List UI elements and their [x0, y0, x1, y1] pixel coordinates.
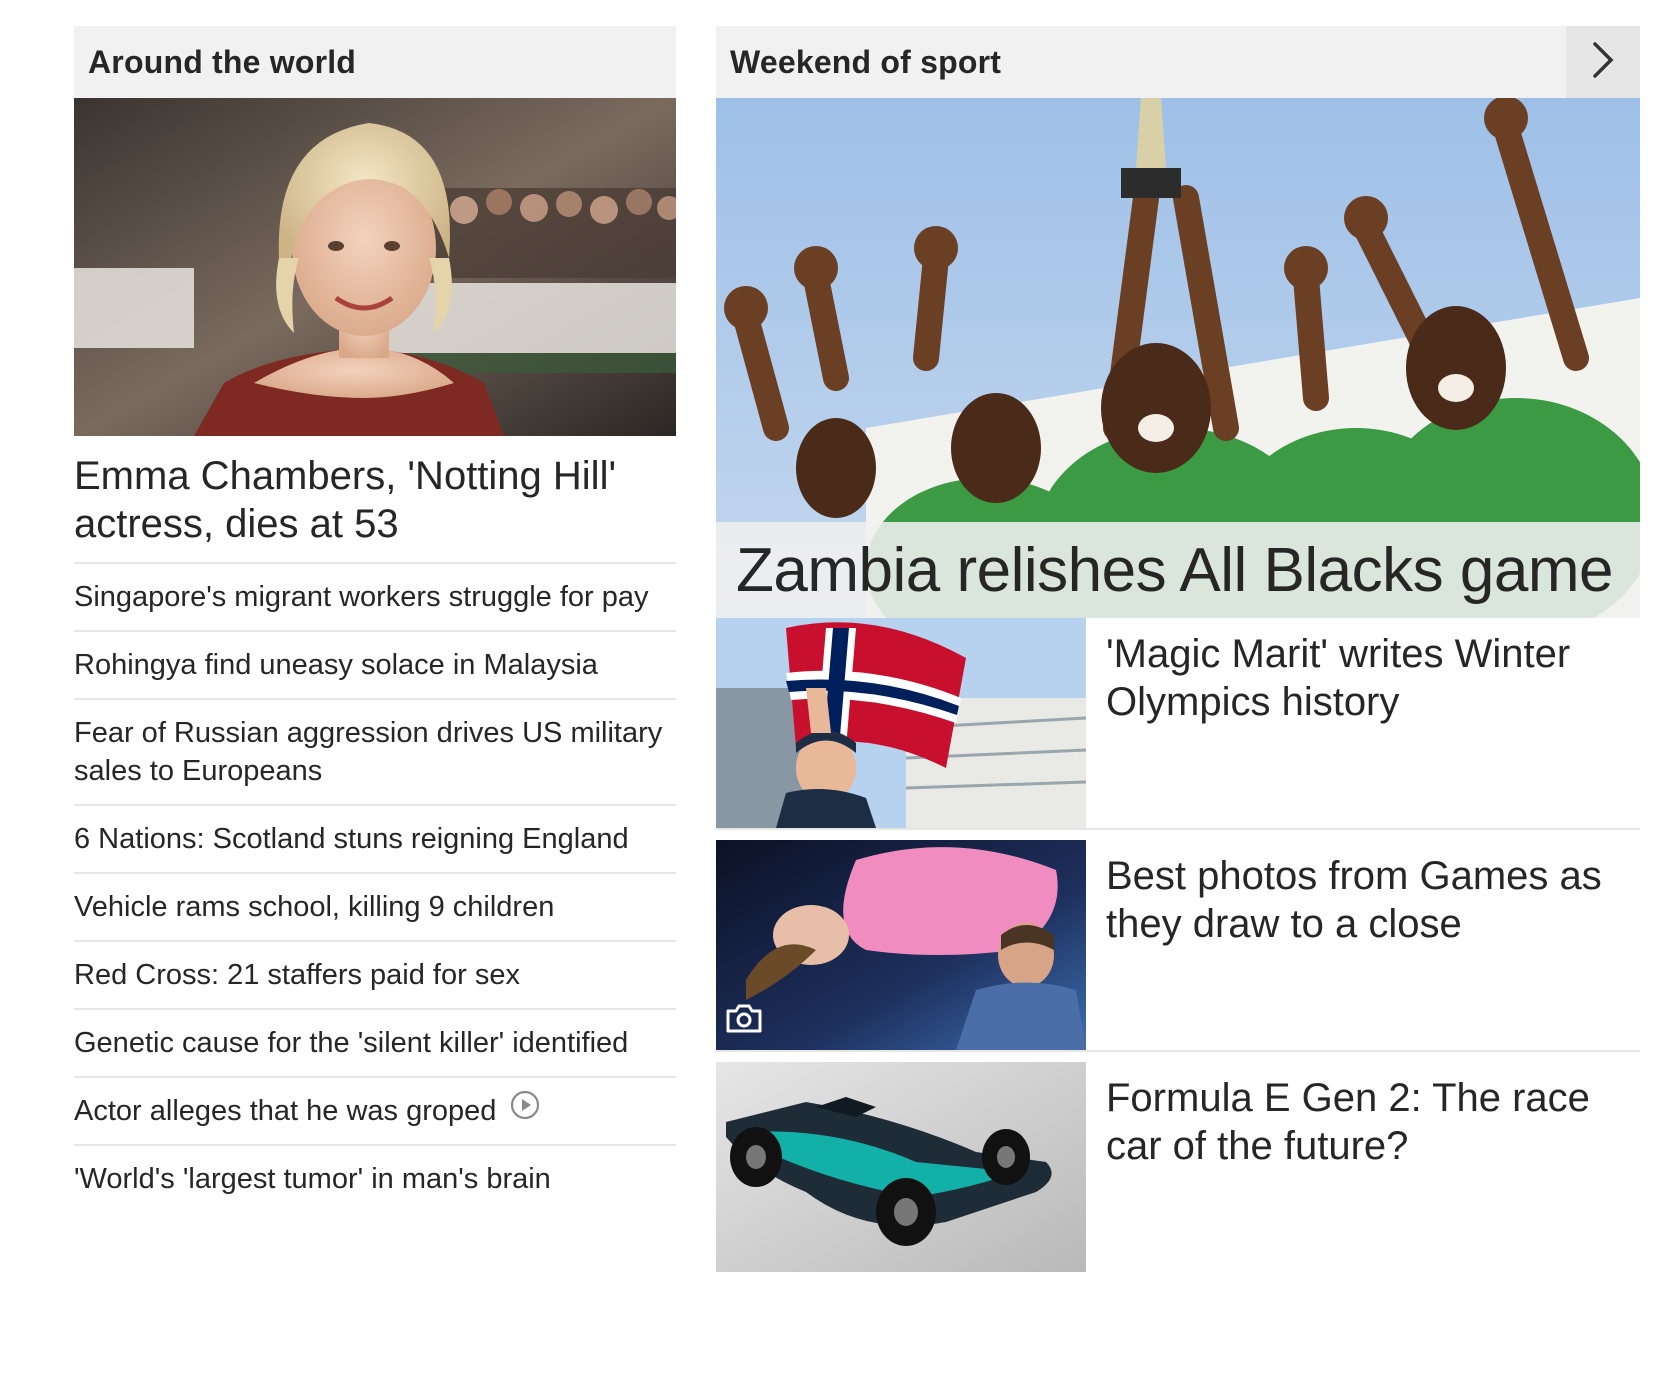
next-button[interactable] [1566, 26, 1640, 98]
story-thumbnail [716, 618, 1086, 828]
section-title: Weekend of sport [730, 43, 1002, 80]
feature-story[interactable]: Zambia relishes All Blacks game [716, 98, 1640, 618]
headline-text: Actor alleges that he was groped [74, 1095, 497, 1127]
headline-item[interactable]: Red Cross: 21 staffers paid for sex [74, 942, 676, 1010]
story-headline: Best photos from Games as they draw to a… [1106, 854, 1602, 946]
headline-item[interactable]: Rohingya find uneasy solace in Malaysia [74, 632, 676, 700]
headline-text: Genetic cause for the 'silent killer' id… [74, 1027, 629, 1059]
story-thumbnail [716, 1062, 1086, 1272]
section-header: Weekend of sport [716, 26, 1640, 98]
headline-text: 6 Nations: Scotland stuns reigning Engla… [74, 823, 629, 855]
lead-headline[interactable]: Emma Chambers, 'Notting Hill' actress, d… [74, 452, 676, 564]
headline-item[interactable]: Singapore's migrant workers struggle for… [74, 564, 676, 632]
story-card[interactable]: 'Magic Marit' writes Winter Olympics his… [716, 618, 1640, 830]
story-headline: Formula E Gen 2: The race car of the fut… [1106, 1076, 1590, 1168]
weekend-of-sport-section: Weekend of sport Zambia relishes All Bla… [716, 26, 1640, 1282]
headline-item[interactable]: Vehicle rams school, killing 9 children [74, 874, 676, 942]
headline-item[interactable]: Fear of Russian aggression drives US mil… [74, 700, 676, 806]
section-title: Around the world [88, 43, 357, 80]
story-headline: 'Magic Marit' writes Winter Olympics his… [1106, 632, 1571, 724]
around-the-world-section: Around the world Emma Chambers, 'Notting… [74, 26, 676, 1212]
headline-text: Rohingya find uneasy solace in Malaysia [74, 649, 598, 681]
play-circle-icon [510, 1090, 540, 1130]
headline-text: Red Cross: 21 staffers paid for sex [74, 959, 520, 991]
headline-text: Fear of Russian aggression drives US mil… [74, 717, 663, 787]
section-header: Around the world [74, 26, 676, 98]
story-card[interactable]: Formula E Gen 2: The race car of the fut… [716, 1062, 1640, 1272]
story-card[interactable]: Best photos from Games as they draw to a… [716, 840, 1640, 1052]
camera-icon [724, 1001, 764, 1040]
feature-headline: Zambia relishes All Blacks game [716, 522, 1640, 618]
lead-story-image[interactable] [74, 98, 676, 436]
headline-item[interactable]: 6 Nations: Scotland stuns reigning Engla… [74, 806, 676, 874]
headline-text: Vehicle rams school, killing 9 children [74, 891, 555, 923]
headline-item[interactable]: Genetic cause for the 'silent killer' id… [74, 1010, 676, 1078]
story-thumbnail [716, 840, 1086, 1050]
headline-item[interactable]: 'World's 'largest tumor' in man's brain [74, 1146, 676, 1212]
headline-text: Singapore's migrant workers struggle for… [74, 581, 649, 613]
headline-item[interactable]: Actor alleges that he was groped [74, 1078, 676, 1147]
headline-text: 'World's 'largest tumor' in man's brain [74, 1163, 551, 1196]
chevron-right-icon [1589, 40, 1617, 85]
headline-list: Singapore's migrant workers struggle for… [74, 564, 676, 1212]
